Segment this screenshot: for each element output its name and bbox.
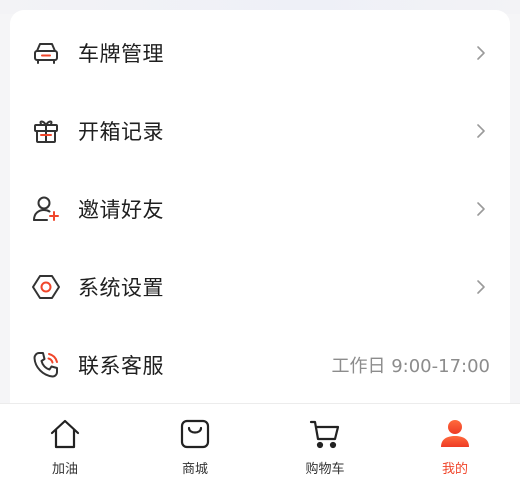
chevron-right-icon	[474, 277, 488, 297]
tab-label: 我的	[441, 462, 468, 477]
tab-label: 加油	[51, 462, 78, 477]
menu-item-system-settings[interactable]: 系统设置	[10, 248, 510, 326]
settings-hexagon-icon	[30, 271, 62, 303]
add-friend-icon	[30, 193, 62, 225]
bottom-tab-bar: 加油 商城 购物车 我的	[0, 403, 520, 479]
chevron-right-icon	[474, 199, 488, 219]
menu-item-label: 开箱记录	[78, 120, 164, 144]
menu-item-label: 联系客服	[78, 354, 164, 378]
phone-icon	[30, 349, 62, 381]
tab-fuel[interactable]: 加油	[0, 404, 130, 479]
menu-item-label: 系统设置	[78, 276, 164, 300]
menu-item-invite-friends[interactable]: 邀请好友	[10, 170, 510, 248]
tab-cart[interactable]: 购物车	[260, 404, 390, 479]
tab-label: 购物车	[305, 462, 345, 477]
home-icon	[47, 416, 83, 452]
menu-item-plate-management[interactable]: 车牌管理	[10, 14, 510, 92]
tab-label: 商城	[181, 462, 208, 477]
user-icon	[437, 416, 473, 452]
chevron-right-icon	[474, 121, 488, 141]
menu-item-contact-support[interactable]: 联系客服 工作日 9:00-17:00	[10, 326, 510, 404]
car-plate-icon	[30, 37, 62, 69]
menu-item-label: 邀请好友	[78, 198, 164, 222]
menu-card: 车牌管理 开箱记录 邀请好友 系统设置 联系客服 工作日 9:00-17:00	[10, 10, 510, 430]
tab-mine[interactable]: 我的	[390, 404, 520, 479]
chevron-right-icon	[474, 43, 488, 63]
support-hours: 工作日 9:00-17:00	[331, 356, 490, 377]
gift-box-icon	[30, 115, 62, 147]
shopping-bag-icon	[177, 416, 213, 452]
cart-icon	[307, 416, 343, 452]
menu-item-label: 车牌管理	[78, 42, 164, 66]
tab-mall[interactable]: 商城	[130, 404, 260, 479]
menu-item-unbox-records[interactable]: 开箱记录	[10, 92, 510, 170]
